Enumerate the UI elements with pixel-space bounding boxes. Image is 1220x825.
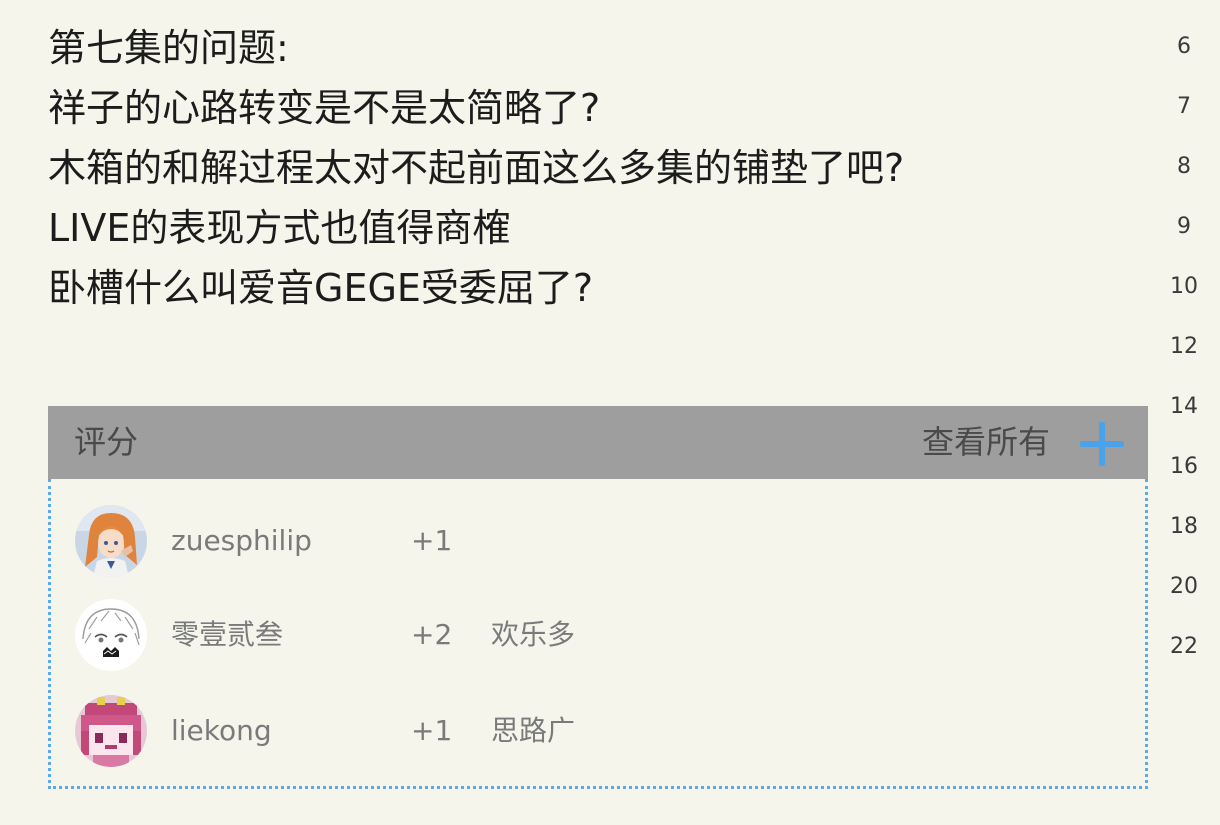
anime-girl-orange-hair-avatar-icon xyxy=(75,505,147,577)
rating-title: 评分 xyxy=(74,423,139,461)
rating-username[interactable]: liekong xyxy=(171,691,272,771)
gutter-number: 14 xyxy=(1170,394,1198,419)
gutter-number: 18 xyxy=(1170,514,1198,539)
post-line: 卧槽什么叫爱音GEGE受委屈了? xyxy=(48,266,594,310)
rating-username[interactable]: 零壹贰叁 xyxy=(171,595,283,675)
avatar[interactable] xyxy=(75,599,147,671)
rating-score: +2 xyxy=(411,618,453,651)
gutter-number: 20 xyxy=(1170,574,1198,599)
gutter-number: 16 xyxy=(1170,454,1198,479)
rating-reason: 思路广 xyxy=(491,714,576,747)
rating-score: +1 xyxy=(411,714,453,747)
rating-header: 评分 查看所有 xyxy=(48,406,1148,479)
post-line: 木箱的和解过程太对不起前面这么多集的铺垫了吧? xyxy=(48,146,905,190)
gutter-number: 9 xyxy=(1177,214,1191,239)
rating-row: zuesphilip +1 xyxy=(51,501,1145,581)
avatar[interactable] xyxy=(75,505,147,577)
gutter-number: 8 xyxy=(1177,154,1191,179)
gutter-number: 6 xyxy=(1177,34,1191,59)
rating-username[interactable]: zuesphilip xyxy=(171,501,312,581)
avatar[interactable] xyxy=(75,695,147,767)
view-all-ratings-link[interactable]: 查看所有 xyxy=(922,406,1050,479)
post-line: LIVE的表现方式也值得商榷 xyxy=(48,206,511,250)
post-line: 祥子的心路转变是不是太简略了? xyxy=(48,86,601,130)
post-line: 第七集的问题: xyxy=(48,26,289,70)
rating-reason: 欢乐多 xyxy=(491,618,576,651)
gutter-number: 12 xyxy=(1170,334,1198,359)
plus-icon[interactable] xyxy=(1080,422,1124,466)
pink-pixel-character-avatar-icon xyxy=(75,695,147,767)
rating-row: 零壹贰叁 +2 欢乐多 xyxy=(51,595,1145,675)
gutter-number: 22 xyxy=(1170,634,1198,659)
rating-row: liekong +1 思路广 xyxy=(51,691,1145,771)
anime-sketch-face-avatar-icon xyxy=(75,599,147,671)
post-content: 第七集的问题: 祥子的心路转变是不是太简略了? 木箱的和解过程太对不起前面这么多… xyxy=(48,18,1158,318)
rating-score: +1 xyxy=(411,524,453,557)
gutter-number: 10 xyxy=(1170,274,1198,299)
rating-list: zuesphilip +1 零壹贰叁 +2 欢乐多 liekong +1 思路广 xyxy=(48,479,1148,789)
gutter-number: 7 xyxy=(1177,94,1191,119)
